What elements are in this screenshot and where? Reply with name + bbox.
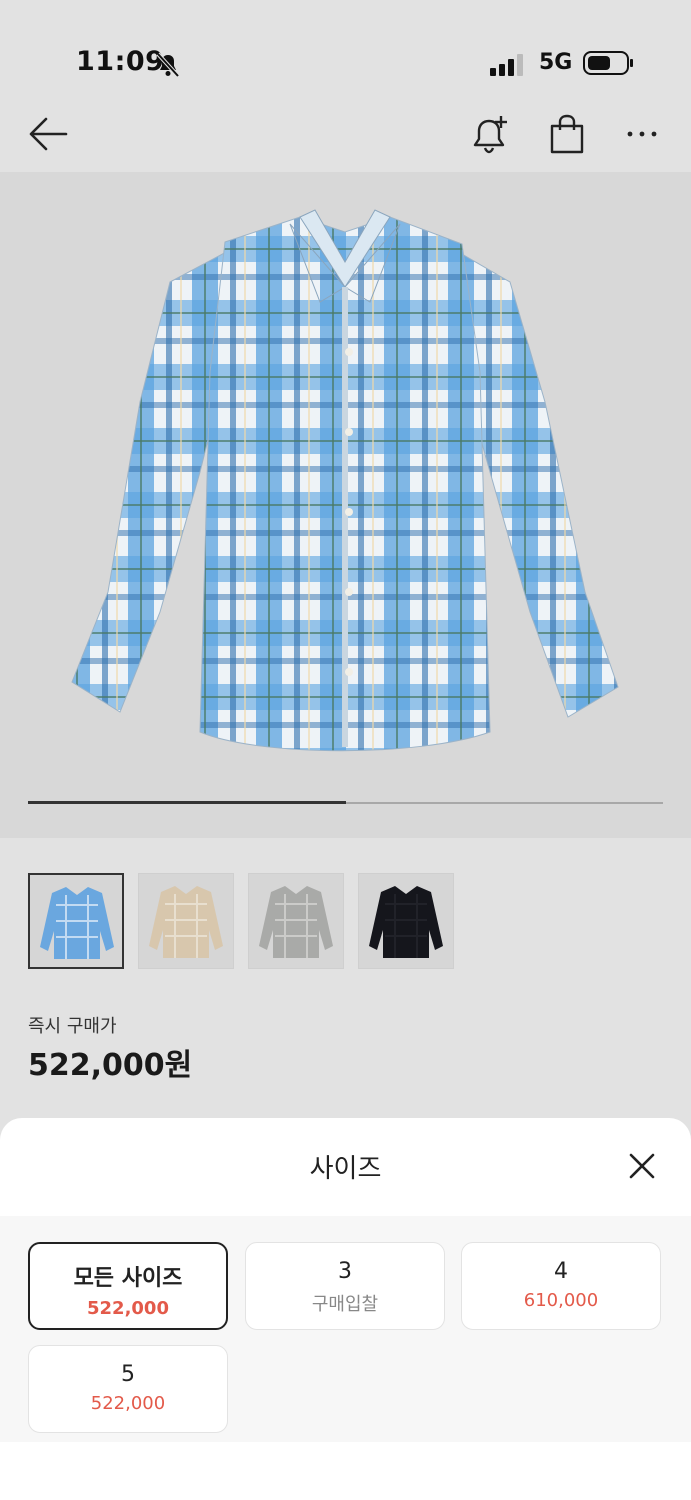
size-price: 구매입찰 <box>311 1294 379 1315</box>
more-icon[interactable] <box>622 116 662 152</box>
size-name: 5 <box>121 1362 135 1387</box>
signal-icon <box>490 54 523 76</box>
product-image[interactable] <box>0 172 691 838</box>
gallery-progress <box>28 801 663 804</box>
back-arrow-icon[interactable] <box>26 114 70 154</box>
size-option-all[interactable]: 모든 사이즈 522,000 <box>28 1242 228 1330</box>
size-price: 522,000 <box>90 1393 166 1414</box>
thumbnail-shirt-image <box>369 886 443 958</box>
size-price: 610,000 <box>523 1290 599 1311</box>
shirt-image <box>71 209 619 752</box>
thumbnail-shirt-image <box>259 886 333 958</box>
size-name: 3 <box>338 1259 352 1284</box>
size-option-5[interactable]: 5 522,000 <box>28 1345 228 1433</box>
bell-plus-icon[interactable] <box>470 112 512 156</box>
bell-muted-icon <box>156 52 180 78</box>
status-bar: 11:09 5G <box>0 0 691 110</box>
size-name: 모든 사이즈 <box>73 1266 183 1291</box>
instant-buy-label: 즉시 구매가 <box>28 1016 117 1037</box>
size-option-3[interactable]: 3 구매입찰 <box>245 1242 445 1330</box>
battery-icon <box>583 51 633 75</box>
size-option-4[interactable]: 4 610,000 <box>461 1242 661 1330</box>
thumbnail-1[interactable] <box>28 873 124 969</box>
thumbnail-2[interactable] <box>138 873 234 969</box>
network-label: 5G <box>539 50 573 75</box>
shopping-bag-icon[interactable] <box>547 112 587 156</box>
close-icon[interactable] <box>624 1148 660 1184</box>
size-price: 522,000 <box>87 1298 169 1319</box>
size-options: 모든 사이즈 522,000 3 구매입찰 4 610,000 5 522,00… <box>0 1216 691 1442</box>
size-name: 4 <box>554 1259 568 1284</box>
thumbnail-4[interactable] <box>358 873 454 969</box>
thumbnail-strip <box>28 873 454 969</box>
status-time: 11:09 <box>76 46 165 77</box>
size-sheet: 사이즈 모든 사이즈 522,000 3 구매입찰 4 610,000 5 52… <box>0 1118 691 1500</box>
gallery-progress-fill <box>28 801 346 804</box>
instant-buy-price: 522,000원 <box>28 1048 193 1083</box>
thumbnail-shirt-image <box>40 887 114 959</box>
thumbnail-3[interactable] <box>248 873 344 969</box>
sheet-title: 사이즈 <box>309 1154 382 1184</box>
thumbnail-shirt-image <box>149 886 223 958</box>
